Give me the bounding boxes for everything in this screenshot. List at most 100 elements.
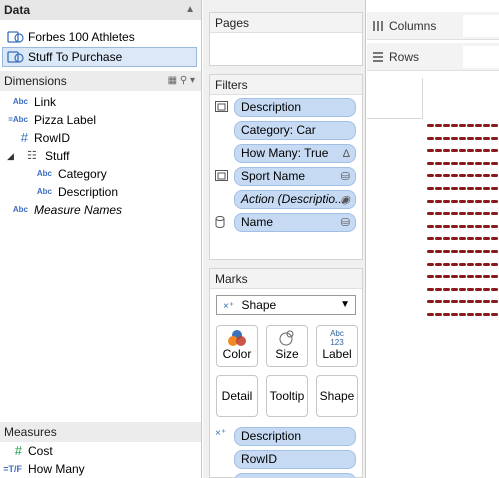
size-button[interactable]: Size [266, 325, 308, 367]
shape-mark[interactable] [435, 149, 442, 153]
view-canvas[interactable]: Columns Rows [367, 0, 499, 478]
shape-button[interactable]: Shape [316, 375, 358, 417]
shape-mark[interactable] [451, 237, 458, 241]
shape-mark[interactable] [427, 187, 434, 190]
shape-mark[interactable] [427, 224, 434, 228]
filter-pill-sport-name[interactable]: Sport Name ⛁ [234, 167, 356, 186]
shape-mark[interactable] [459, 174, 466, 178]
tooltip-button[interactable]: Tooltip [266, 375, 308, 417]
shape-mark[interactable] [475, 224, 482, 228]
filter-pill-name[interactable]: Name ⛁ [234, 213, 356, 232]
shape-mark[interactable] [427, 161, 434, 165]
marks-area[interactable] [427, 124, 499, 334]
shape-mark[interactable] [475, 124, 482, 127]
shape-mark[interactable] [475, 136, 482, 140]
shape-mark[interactable] [467, 237, 474, 241]
shape-mark[interactable] [435, 275, 442, 279]
shape-mark[interactable] [483, 224, 490, 228]
shape-mark[interactable] [467, 161, 474, 165]
shape-mark[interactable] [451, 300, 458, 304]
shape-mark[interactable] [451, 124, 458, 127]
columns-shelf[interactable]: Columns [367, 12, 499, 40]
shape-mark[interactable] [443, 136, 450, 140]
shape-mark[interactable] [459, 136, 466, 140]
shape-mark[interactable] [459, 313, 466, 316]
detail-button[interactable]: Detail [216, 375, 258, 417]
shape-mark[interactable] [435, 313, 442, 316]
shape-mark[interactable] [443, 224, 450, 228]
folder-stuff[interactable]: ◢ ☷ Stuff [0, 147, 201, 165]
shape-mark[interactable] [435, 250, 442, 253]
shape-mark[interactable] [427, 300, 434, 304]
pages-card[interactable]: Pages [209, 12, 363, 66]
shape-mark[interactable] [483, 187, 490, 190]
shape-mark[interactable] [459, 161, 466, 165]
shape-mark[interactable] [427, 287, 434, 291]
shape-mark[interactable] [491, 124, 498, 127]
shape-mark[interactable] [459, 224, 466, 228]
shape-mark[interactable] [427, 250, 434, 253]
shape-mark[interactable] [491, 250, 498, 253]
shape-mark[interactable] [459, 212, 466, 216]
filter-pill-how-many[interactable]: How Many: True Δ [234, 144, 356, 163]
shape-mark[interactable] [475, 199, 482, 203]
shape-mark[interactable] [483, 313, 490, 316]
shape-mark[interactable] [475, 161, 482, 165]
shape-mark[interactable] [435, 287, 442, 291]
field-category[interactable]: Abc Category [0, 165, 201, 183]
shape-mark[interactable] [475, 237, 482, 241]
filters-card[interactable]: Filters Description Category: Car How Ma… [209, 74, 363, 260]
shape-mark[interactable] [451, 262, 458, 266]
shape-mark[interactable] [491, 313, 498, 316]
datasource-item-stuff-to-purchase[interactable]: Stuff To Purchase [2, 47, 197, 67]
field-description[interactable]: Abc Description [0, 183, 201, 201]
shape-mark[interactable] [475, 174, 482, 178]
columns-drop-area[interactable] [463, 15, 499, 37]
shape-mark[interactable] [467, 300, 474, 304]
filter-pill-action[interactable]: Action (Descriptio... ◉ [234, 190, 356, 209]
shape-mark[interactable] [443, 124, 450, 127]
shape-mark[interactable] [435, 300, 442, 304]
shape-mark[interactable] [443, 149, 450, 153]
field-measure-names[interactable]: Abc Measure Names [0, 201, 201, 219]
mark-type-dropdown[interactable]: ×⁺ Shape ▼ [216, 295, 356, 315]
field-how-many[interactable]: =T/F How Many [0, 460, 201, 478]
collapse-arrow-icon[interactable]: ◢ [7, 147, 17, 165]
rows-drop-area[interactable] [463, 46, 499, 68]
shape-mark[interactable] [451, 161, 458, 165]
color-button[interactable]: Color [216, 325, 258, 367]
datasource-item-forbes[interactable]: Forbes 100 Athletes [2, 27, 197, 47]
shape-mark[interactable] [451, 250, 458, 253]
shape-mark[interactable] [427, 124, 434, 127]
shape-mark[interactable] [443, 161, 450, 165]
shape-mark[interactable] [491, 187, 498, 190]
shape-mark[interactable] [443, 262, 450, 266]
shape-mark[interactable] [459, 262, 466, 266]
shape-mark[interactable] [467, 262, 474, 266]
shape-mark[interactable] [459, 149, 466, 153]
shape-mark[interactable] [491, 212, 498, 216]
shape-mark[interactable] [483, 212, 490, 216]
shape-mark[interactable] [459, 187, 466, 190]
shape-mark[interactable] [427, 262, 434, 266]
shape-mark[interactable] [467, 149, 474, 153]
shape-mark[interactable] [443, 187, 450, 190]
shape-mark[interactable] [443, 275, 450, 279]
shape-mark[interactable] [435, 199, 442, 203]
shape-mark[interactable] [435, 161, 442, 165]
shape-mark[interactable] [427, 199, 434, 203]
shape-mark[interactable] [467, 124, 474, 127]
shape-mark[interactable] [483, 262, 490, 266]
shape-mark[interactable] [443, 212, 450, 216]
shape-mark[interactable] [451, 287, 458, 291]
shape-mark[interactable] [467, 212, 474, 216]
shape-mark[interactable] [443, 300, 450, 304]
filter-pill-category[interactable]: Category: Car [234, 121, 356, 140]
shape-mark[interactable] [483, 250, 490, 253]
shape-mark[interactable] [459, 300, 466, 304]
shape-mark[interactable] [467, 250, 474, 253]
shape-mark[interactable] [451, 224, 458, 228]
field-cost[interactable]: # Cost [0, 442, 201, 460]
shape-mark[interactable] [475, 300, 482, 304]
shape-mark[interactable] [459, 199, 466, 203]
